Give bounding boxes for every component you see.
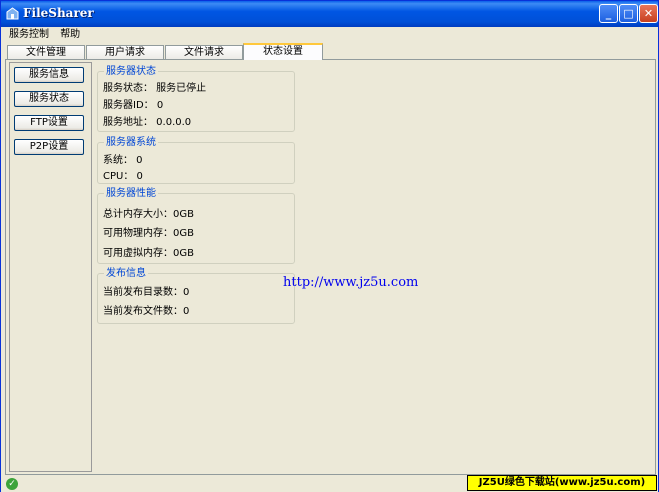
ftp-settings-button[interactable]: FTP设置 [14,115,84,131]
publish-info-title: 发布信息 [104,268,148,280]
tab-file-management[interactable]: 文件管理 [7,45,85,59]
check-icon: ✓ [6,478,18,490]
tab-user-requests[interactable]: 用户请求 [86,45,164,59]
url-link[interactable]: http://www.jz5u.com [283,275,418,290]
total-memory-row: 总计内存大小：0GB [103,209,194,220]
tab-panel: 服务信息 服务状态 FTP设置 P2P设置 服务器状态 服务状态： 服务已停止 … [5,59,656,475]
physical-memory-row: 可用物理内存：0GB [103,228,194,239]
server-performance-group: 服务器性能 总计内存大小：0GB 可用物理内存：0GB 可用虚拟内存：0GB [97,188,295,264]
tab-file-requests[interactable]: 文件请求 [165,45,243,59]
server-status-title: 服务器状态 [104,66,158,78]
close-button[interactable]: ✕ [639,4,658,23]
published-files-row: 当前发布文件数：0 [103,306,190,317]
server-system-group: 服务器系统 系统： 0 CPU： 0 [97,137,295,184]
server-status-group: 服务器状态 服务状态： 服务已停止 服务器ID： 0 服务地址： 0.0.0.0 [97,66,295,132]
minimize-button[interactable]: _ [599,4,618,23]
app-window: FileSharer _ □ ✕ 服务控制 帮助 文件管理 用户请求 文件请求 … [0,0,659,492]
published-dirs-row: 当前发布目录数：0 [103,287,190,298]
service-info-button[interactable]: 服务信息 [14,67,84,83]
sidebar: 服务信息 服务状态 FTP设置 P2P设置 [9,62,92,472]
server-system-title: 服务器系统 [104,137,158,149]
service-status-button[interactable]: 服务状态 [14,91,84,107]
window-title: FileSharer [23,6,94,20]
menu-bar: 服务控制 帮助 [5,27,84,43]
publish-info-group: 发布信息 当前发布目录数：0 当前发布文件数：0 [97,268,295,324]
cpu-row: CPU： 0 [103,171,143,182]
tab-status-settings[interactable]: 状态设置 [243,43,323,60]
p2p-settings-button[interactable]: P2P设置 [14,139,84,155]
system-row: 系统： 0 [103,155,143,166]
server-id-row: 服务器ID： 0 [103,100,164,111]
menu-help[interactable]: 帮助 [56,27,84,43]
title-bar[interactable]: FileSharer _ □ ✕ [1,1,658,27]
watermark-banner: JZ5U绿色下载站(www.jz5u.com) [467,475,657,491]
server-performance-title: 服务器性能 [104,188,158,200]
app-icon [6,7,19,20]
maximize-button[interactable]: □ [619,4,638,23]
menu-service-control[interactable]: 服务控制 [5,27,53,43]
virtual-memory-row: 可用虚拟内存：0GB [103,248,194,259]
service-status-row: 服务状态： 服务已停止 [103,83,207,94]
server-address-row: 服务地址： 0.0.0.0 [103,117,192,128]
